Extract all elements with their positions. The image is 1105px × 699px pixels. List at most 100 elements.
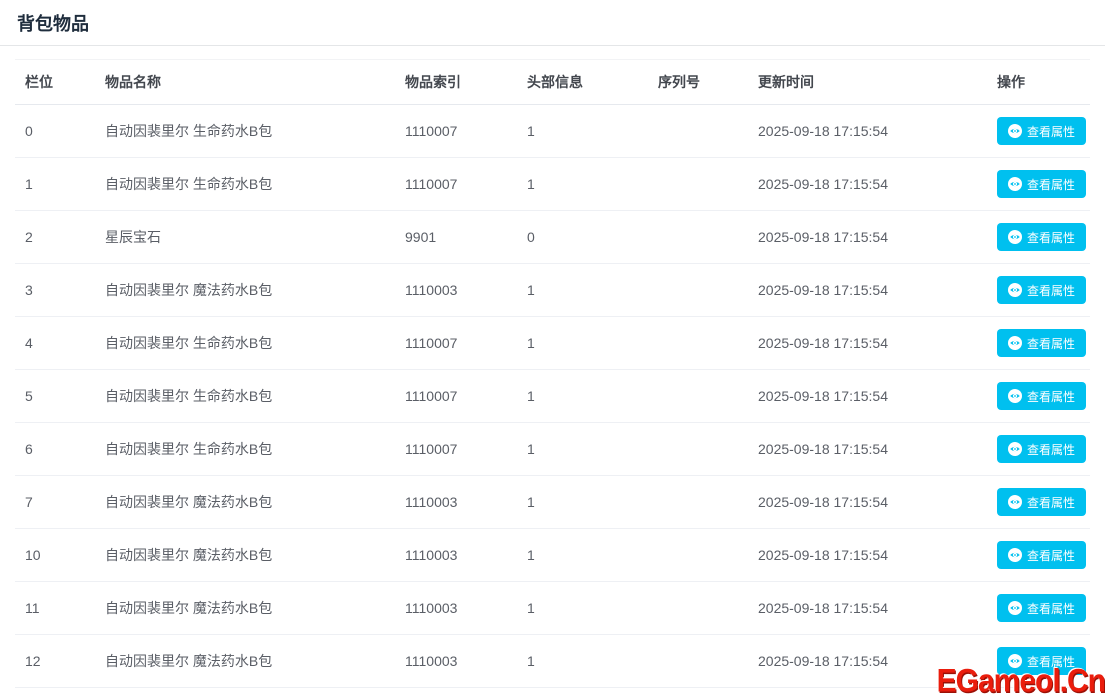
cell-header_info: 1 [517,529,648,582]
cell-action: 查看属性 [987,582,1090,635]
cell-serial [648,317,748,370]
view-attributes-button[interactable]: 查看属性 [997,276,1086,304]
cell-name: 自动因裴里尔 生命药水B包 [95,370,395,423]
table-row: 0自动因裴里尔 生命药水B包111000712025-09-18 17:15:5… [15,105,1090,158]
column-header-action: 操作 [987,60,1090,105]
title-divider [0,45,1105,46]
cell-updated_at: 2025-09-18 17:15:54 [748,264,987,317]
cell-updated_at: 2025-09-18 17:15:54 [748,158,987,211]
eye-icon [1008,389,1022,403]
cell-updated_at: 2025-09-18 17:15:54 [748,582,987,635]
cell-header_info: 0 [517,211,648,264]
table-row: 12自动因裴里尔 魔法药水B包111000312025-09-18 17:15:… [15,635,1090,688]
cell-item_index: 1110003 [395,529,517,582]
view-attributes-label: 查看属性 [1027,282,1075,299]
eye-icon [1008,177,1022,191]
cell-action: 查看属性 [987,211,1090,264]
cell-serial [648,635,748,688]
cell-action: 查看属性 [987,423,1090,476]
column-header-updated_at: 更新时间 [748,60,987,105]
cell-header_info: 1 [517,264,648,317]
cell-header_info: 1 [517,370,648,423]
view-attributes-button[interactable]: 查看属性 [997,223,1086,251]
cell-action: 查看属性 [987,635,1090,688]
view-attributes-label: 查看属性 [1027,388,1075,405]
cell-header_info: 1 [517,582,648,635]
cell-item_index: 1110003 [395,264,517,317]
table-row: 1自动因裴里尔 生命药水B包111000712025-09-18 17:15:5… [15,158,1090,211]
cell-serial [648,529,748,582]
view-attributes-button[interactable]: 查看属性 [997,488,1086,516]
cell-item_index: 1110007 [395,105,517,158]
table-row: 5自动因裴里尔 生命药水B包111000712025-09-18 17:15:5… [15,370,1090,423]
cell-serial [648,264,748,317]
cell-item_index: 1110007 [395,158,517,211]
view-attributes-label: 查看属性 [1027,176,1075,193]
page-title: 背包物品 [0,0,1105,45]
view-attributes-button[interactable]: 查看属性 [997,647,1086,675]
cell-serial [648,476,748,529]
cell-header_info: 1 [517,158,648,211]
column-header-slot: 栏位 [15,60,95,105]
cell-action: 查看属性 [987,529,1090,582]
view-attributes-label: 查看属性 [1027,229,1075,246]
view-attributes-label: 查看属性 [1027,123,1075,140]
cell-serial [648,158,748,211]
view-attributes-button[interactable]: 查看属性 [997,329,1086,357]
view-attributes-label: 查看属性 [1027,547,1075,564]
cell-action: 查看属性 [987,317,1090,370]
cell-name: 自动因裴里尔 生命药水B包 [95,423,395,476]
table-row: 10自动因裴里尔 魔法药水B包111000312025-09-18 17:15:… [15,529,1090,582]
cell-action: 查看属性 [987,476,1090,529]
eye-icon [1008,442,1022,456]
cell-updated_at: 2025-09-18 17:15:54 [748,423,987,476]
table-row: 2星辰宝石990102025-09-18 17:15:54 查看属性 [15,211,1090,264]
cell-name: 自动因裴里尔 魔法药水B包 [95,635,395,688]
cell-slot: 11 [15,582,95,635]
view-attributes-button[interactable]: 查看属性 [997,435,1086,463]
cell-updated_at: 2025-09-18 17:15:54 [748,476,987,529]
cell-item_index: 9901 [395,211,517,264]
cell-name: 自动因裴里尔 生命药水B包 [95,158,395,211]
cell-item_index: 1110003 [395,635,517,688]
cell-serial [648,423,748,476]
cell-name: 自动因裴里尔 魔法药水B包 [95,582,395,635]
table-row: 4自动因裴里尔 生命药水B包111000712025-09-18 17:15:5… [15,317,1090,370]
column-header-name: 物品名称 [95,60,395,105]
eye-icon [1008,230,1022,244]
table-row: 11自动因裴里尔 魔法药水B包11100031 2025-09-18 17:15:… [15,582,1090,635]
cell-item_index: 1110007 [395,370,517,423]
cell-name: 自动因裴里尔 魔法药水B包 [95,476,395,529]
cell-slot: 1 [15,158,95,211]
view-attributes-label: 查看属性 [1027,600,1075,617]
backpack-page: 背包物品 栏位物品名称物品索引头部信息序列号更新时间操作 0自动因裴里尔 生命药… [0,0,1105,699]
column-header-header_info: 头部信息 [517,60,648,105]
table-header-row: 栏位物品名称物品索引头部信息序列号更新时间操作 [15,60,1090,105]
eye-icon [1008,548,1022,562]
cell-serial [648,211,748,264]
view-attributes-button[interactable]: 查看属性 [997,117,1086,145]
cell-action: 查看属性 [987,264,1090,317]
cell-header_info: 1 [517,317,648,370]
view-attributes-button[interactable]: 查看属性 [997,170,1086,198]
eye-icon [1008,283,1022,297]
backpack-items-table: 栏位物品名称物品索引头部信息序列号更新时间操作 0自动因裴里尔 生命药水B包11… [15,59,1090,688]
cell-name: 自动因裴里尔 魔法药水B包 [95,529,395,582]
cell-header_info: 1 [517,476,648,529]
view-attributes-label: 查看属性 [1027,494,1075,511]
view-attributes-label: 查看属性 [1027,335,1075,352]
cell-slot: 10 [15,529,95,582]
cell-item_index: 1110003 [395,476,517,529]
cell-slot: 6 [15,423,95,476]
table-row: 7自动因裴里尔 魔法药水B包111000312025-09-18 17:15:5… [15,476,1090,529]
cell-slot: 2 [15,211,95,264]
cell-updated_at: 2025-09-18 17:15:54 [748,105,987,158]
view-attributes-button[interactable]: 查看属性 [997,382,1086,410]
cell-serial [648,105,748,158]
cell-slot: 12 [15,635,95,688]
view-attributes-button[interactable]: 查看属性 [997,594,1086,622]
view-attributes-button[interactable]: 查看属性 [997,541,1086,569]
table-row: 6自动因裴里尔 生命药水B包111000712025-09-18 17:15:5… [15,423,1090,476]
column-header-serial: 序列号 [648,60,748,105]
cell-item_index: 1110003 [395,582,517,635]
